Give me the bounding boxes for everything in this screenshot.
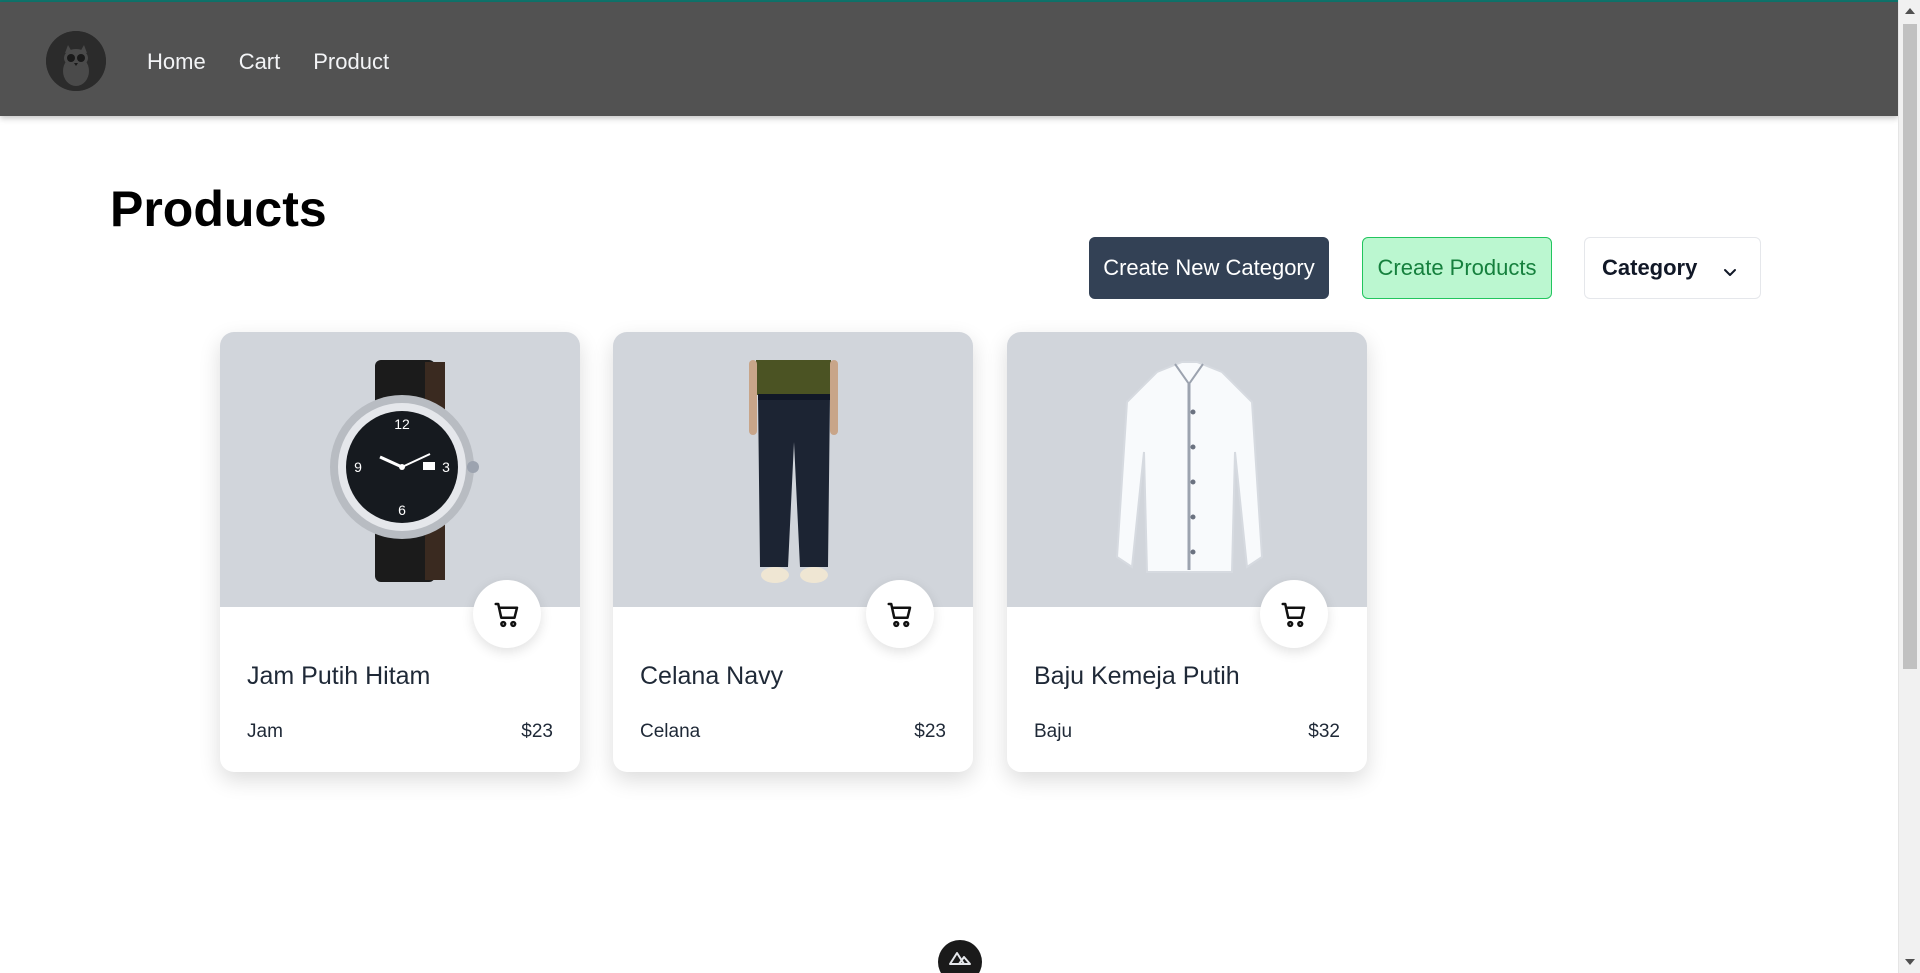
nav-link-home[interactable]: Home (147, 49, 206, 75)
product-price: $32 (1308, 721, 1340, 742)
product-name: Celana Navy (640, 662, 784, 690)
scroll-thumb[interactable] (1903, 24, 1917, 669)
cart-icon (887, 602, 912, 628)
scroll-down-arrow-icon[interactable] (1905, 959, 1915, 965)
page-title: Products (110, 181, 327, 237)
svg-text:3: 3 (442, 459, 450, 475)
navbar: Home Cart Product (0, 2, 1898, 116)
white-shirt-image (1007, 332, 1367, 607)
add-to-cart-button[interactable] (866, 580, 934, 648)
product-name: Baju Kemeja Putih (1034, 662, 1240, 690)
wristwatch-image: 12 3 6 9 (220, 332, 580, 607)
category-select-label: Category (1602, 255, 1698, 280)
cart-icon (494, 602, 519, 628)
chevron-down-icon (1722, 260, 1738, 286)
product-category: Baju (1034, 721, 1073, 742)
product-category: Celana (640, 721, 701, 742)
product-card[interactable]: 12 3 6 9 Jam Putih Hitam Jam $23 (220, 332, 580, 772)
product-price: $23 (914, 721, 946, 742)
nuxt-logo-icon (949, 952, 971, 965)
product-category: Jam (247, 721, 283, 742)
vertical-scrollbar[interactable] (1898, 0, 1920, 973)
svg-text:12: 12 (394, 416, 410, 432)
create-products-button[interactable]: Create Products (1362, 237, 1552, 299)
cart-icon (1281, 602, 1306, 628)
product-card[interactable]: Baju Kemeja Putih Baju $32 (1007, 332, 1367, 772)
nav-link-cart[interactable]: Cart (239, 49, 281, 75)
add-to-cart-button[interactable] (1260, 580, 1328, 648)
nav-link-product[interactable]: Product (313, 49, 389, 75)
navy-trousers-image (613, 332, 973, 607)
product-price: $23 (521, 721, 553, 742)
nuxt-devtools-button[interactable] (938, 940, 982, 973)
svg-text:9: 9 (354, 459, 362, 475)
scroll-up-arrow-icon[interactable] (1905, 8, 1915, 14)
main-nav: Home Cart Product (147, 49, 389, 75)
create-new-category-button[interactable]: Create New Category (1089, 237, 1329, 299)
category-select[interactable]: Category (1584, 237, 1761, 299)
add-to-cart-button[interactable] (473, 580, 541, 648)
svg-text:6: 6 (398, 502, 406, 518)
owl-avatar-icon[interactable] (46, 31, 106, 91)
product-name: Jam Putih Hitam (247, 662, 431, 690)
product-card[interactable]: Celana Navy Celana $23 (613, 332, 973, 772)
